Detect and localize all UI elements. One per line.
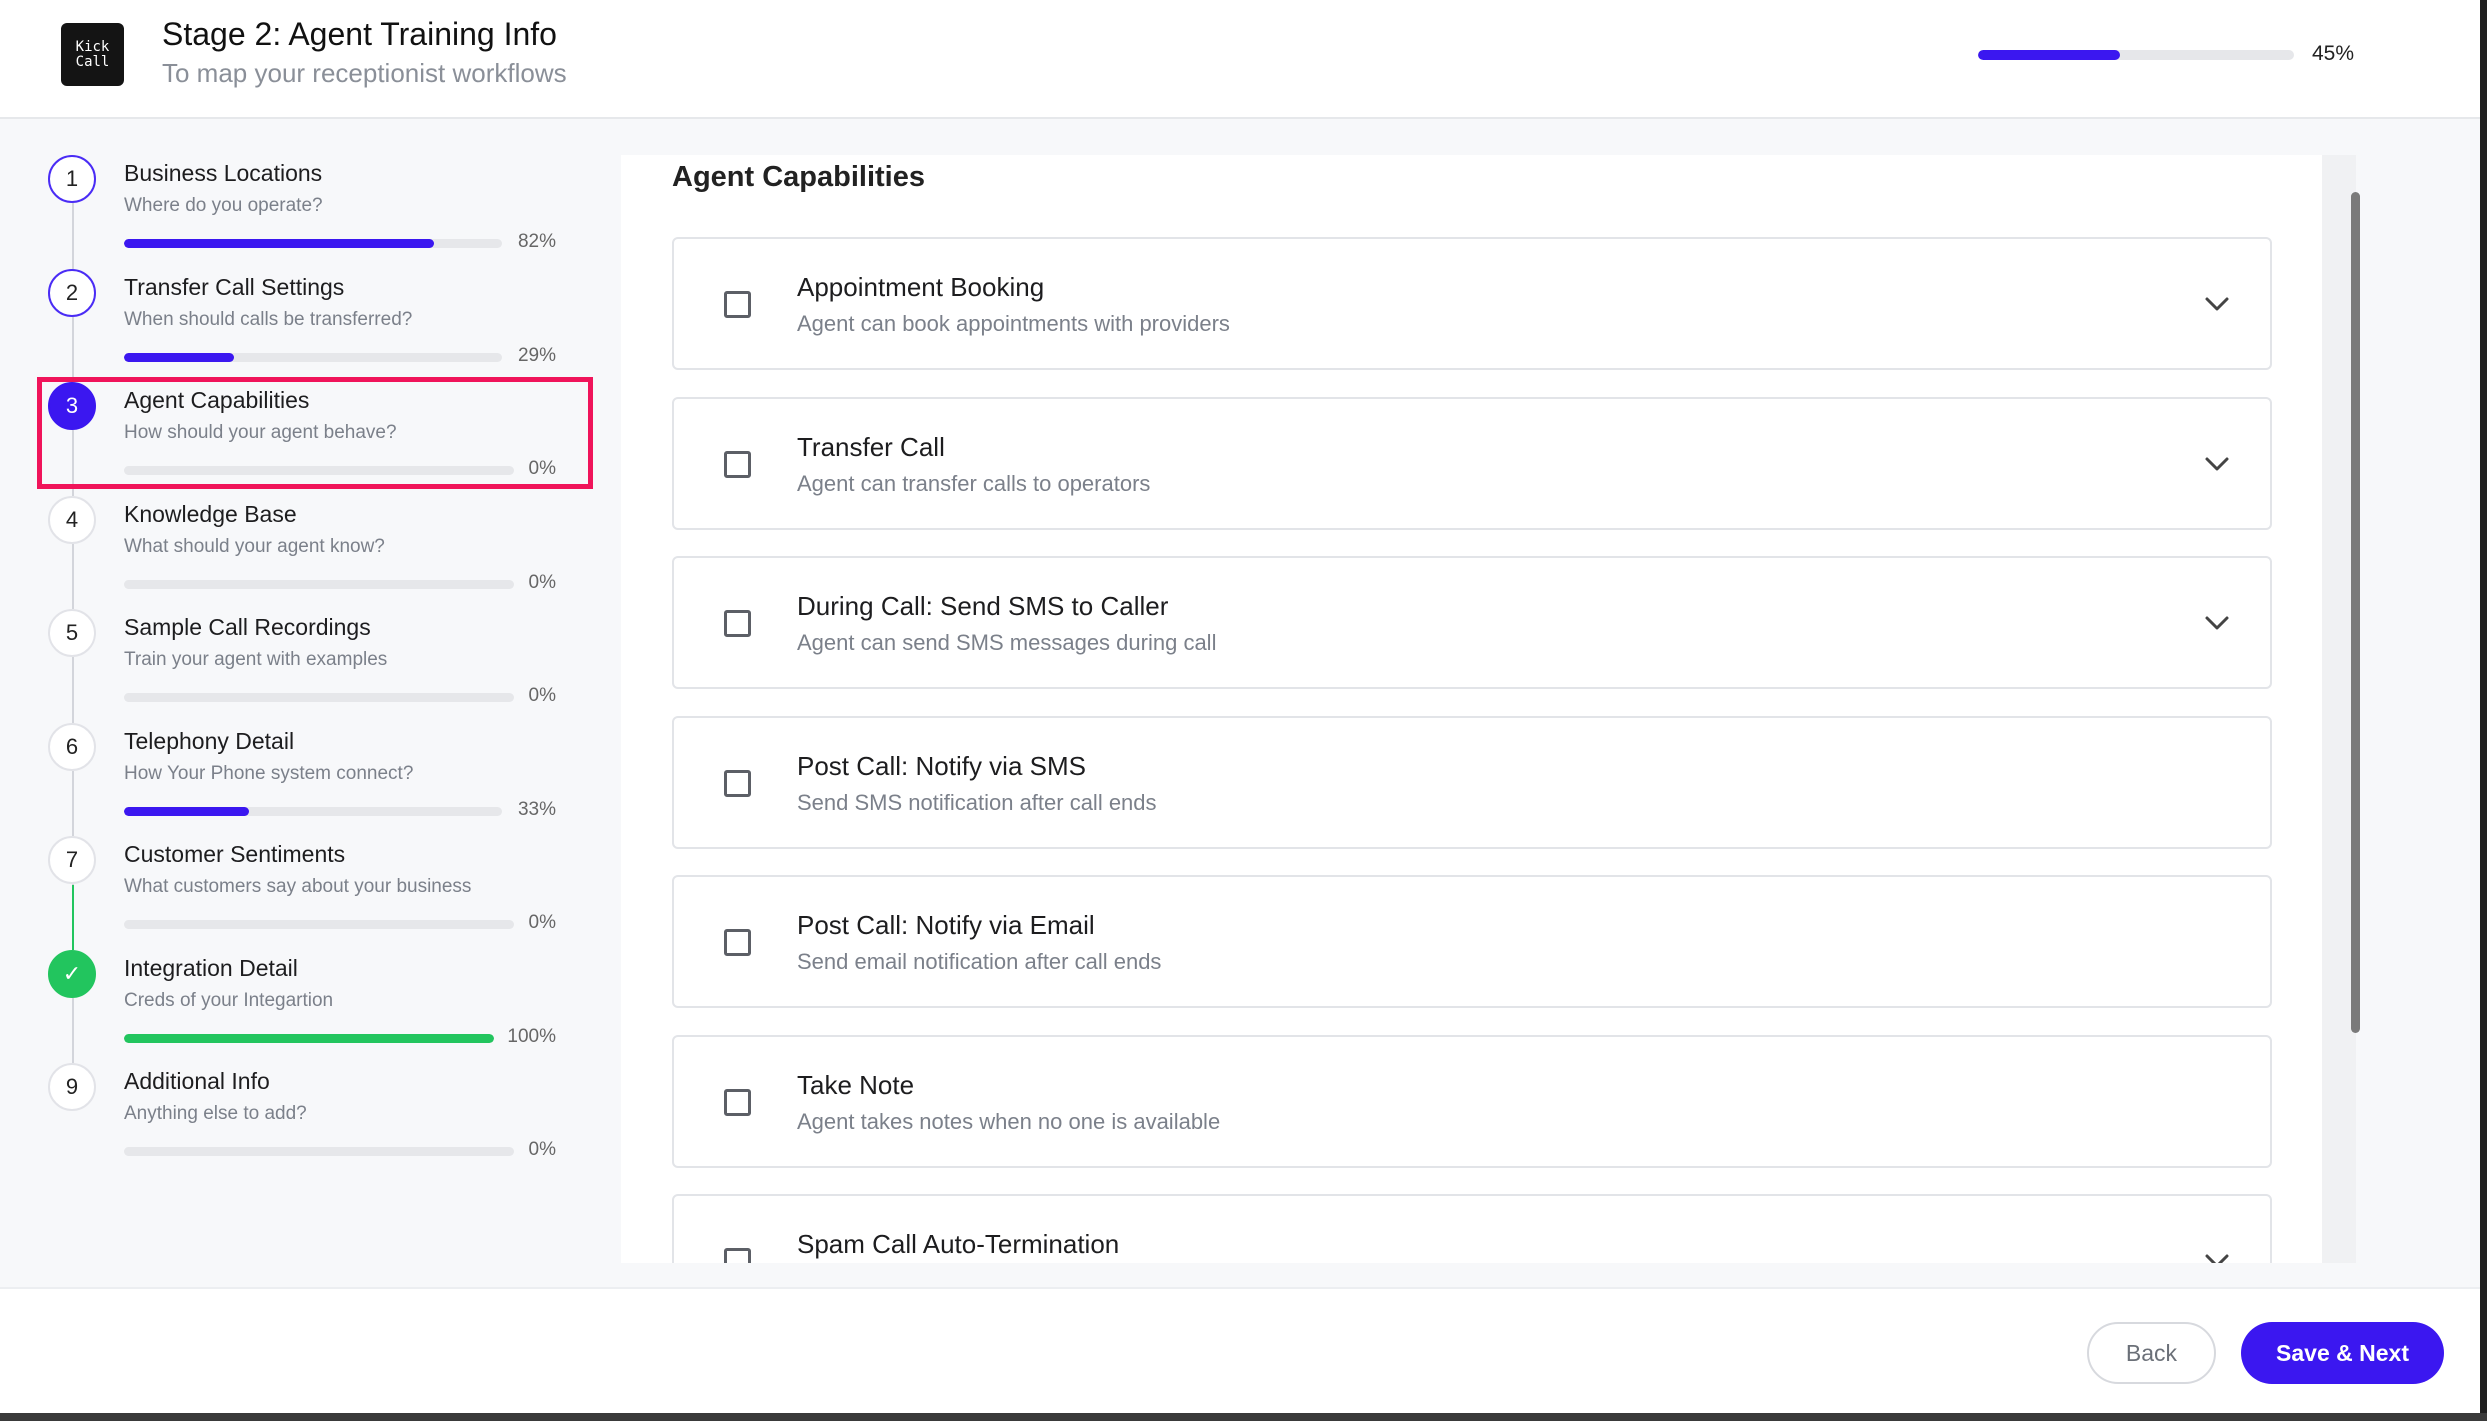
step-title: Integration Detail [124,954,298,981]
window-edge [2480,0,2487,1421]
capability-checkbox[interactable] [724,769,751,797]
step-number: 6 [48,722,96,771]
capability-card[interactable]: Spam Call Auto-Termination [672,1194,2272,1263]
save-next-button[interactable]: Save & Next [2241,1322,2444,1384]
capability-checkbox[interactable] [724,610,751,637]
capability-card[interactable]: Post Call: Notify via Email Send email no… [672,875,2272,1008]
capability-title: Spam Call Auto-Termination [797,1229,1120,1259]
step-number: 4 [48,495,96,544]
step-connector [72,884,74,950]
sidebar-step-1[interactable]: 1 Business Locations Where do you operate?… [0,117,620,252]
capability-checkbox[interactable] [724,450,751,478]
page-subtitle: To map your receptionist workflows [162,58,567,88]
capability-checkbox[interactable] [724,929,751,956]
step-subtitle: Creds of your Integartion [124,989,334,1011]
capability-title: Take Note [797,1069,915,1100]
step-title: Telephony Detail [124,727,295,754]
step-connector [72,657,74,723]
capability-title: Post Call: Notify via SMS [797,750,1086,781]
step-connector [72,998,74,1063]
capability-description: Agent takes notes when no one is availab… [797,1108,1221,1134]
step-subtitle: How Your Phone system connect? [124,762,414,784]
stage-steps-sidebar: 1 Business Locations Where do you operate?… [0,117,620,1287]
capability-card[interactable]: During Call: Send SMS to Caller Agent can… [672,556,2272,689]
step-subtitle: What should your agent know? [124,535,385,557]
step-subtitle: Where do you operate? [124,195,323,216]
logo-line-2: Call [75,53,110,70]
step-connector [72,771,74,836]
sidebar-step-7[interactable]: 7 Customer Sentiments What customers say a… [0,771,620,933]
capability-title: Appointment Booking [797,272,1045,302]
section-title: Agent Capabilities [672,161,925,193]
capability-checkbox[interactable] [724,1088,751,1116]
step-subtitle: Train your agent with examples [124,649,388,670]
sidebar-step-3[interactable]: 3 Agent Capabilities How should your agent… [0,317,620,479]
chevron-down-icon[interactable] [2200,449,2234,479]
capability-checkbox[interactable] [724,291,751,318]
step-subtitle: When should calls be transferred? [124,308,413,330]
capability-title: Transfer Call [797,431,945,462]
step-number: 7 [48,836,96,884]
kickcall-logo[interactable]: Kick Call [61,23,124,86]
capability-description: Send SMS notification after call ends [797,789,1157,815]
sidebar-step-2[interactable]: 2 Transfer Call Settings When should calls… [0,203,620,366]
step-check-icon: ✓ [48,949,96,998]
capability-description: Agent can transfer calls to operators [797,470,1151,496]
logo-line-1: Kick [75,38,110,55]
capability-description: Agent can send SMS messages during call [797,630,1217,655]
chevron-down-icon[interactable] [2200,1246,2234,1263]
sidebar-step-6[interactable]: 6 Telephony Detail How Your Phone system c… [0,657,620,820]
step-number: 5 [48,609,96,657]
step-progress-bar [124,1147,514,1156]
step-progress-label: 0% [528,1139,556,1160]
overall-progress-label: 45% [2312,42,2355,65]
window-edge-bottom [0,1413,2487,1421]
capability-title: Post Call: Notify via Email [797,910,1095,940]
scrollbar-thumb[interactable] [2351,192,2360,1033]
step-title: Additional Info [124,1068,270,1094]
capability-card[interactable]: Transfer Call Agent can transfer calls to… [672,396,2272,530]
step-subtitle: What customers say about your business [124,876,472,897]
step-number: 3 [48,382,96,430]
step-connector [72,544,74,609]
step-connector [72,203,74,269]
step-subtitle: How should your agent behave? [124,422,397,443]
capability-card[interactable]: Appointment Booking Agent can book appoin… [672,237,2272,370]
step-title: Sample Call Recordings [124,614,371,640]
step-subtitle: Anything else to add? [124,1103,307,1124]
capability-card[interactable]: Take Note Agent takes notes when no one i… [672,1034,2272,1168]
step-number: 1 [48,155,96,203]
capability-card[interactable]: Post Call: Notify via SMS Send SMS notifi… [672,715,2272,849]
step-number: 9 [48,1063,96,1111]
top-header: Kick Call Stage 2: Agent Training Info T… [0,0,2480,119]
chevron-down-icon[interactable] [2200,289,2234,319]
step-title: Transfer Call Settings [124,273,345,300]
overall-progress-bar [1978,50,2294,60]
footer-bar: Back Save & Next [0,1287,2480,1415]
back-button[interactable]: Back [2087,1322,2216,1384]
capability-checkbox[interactable] [724,1248,751,1263]
chevron-down-icon[interactable] [2200,608,2234,638]
capability-title: During Call: Send SMS to Caller [797,591,1169,621]
overall-progress-fill [1978,50,2121,60]
step-title: Knowledge Base [124,500,297,527]
sidebar-step-4[interactable]: 4 Knowledge Base What should your agent kn… [0,430,620,593]
capability-description: Send email notification after call ends [797,949,1162,974]
step-connector [72,430,74,496]
capability-description: Agent can book appointments with provide… [797,311,1230,336]
sidebar-step-8[interactable]: ✓ Integration Detail Creds of your Integar… [0,884,620,1047]
step-number: 2 [48,268,96,317]
sidebar-step-9[interactable]: 9 Additional Info Anything else to add? 0% [0,998,620,1160]
sidebar-step-5[interactable]: 5 Sample Call Recordings Train your agent … [0,544,620,706]
capabilities-panel: Agent Capabilities Appointment Booking Ag… [621,155,2322,1263]
step-connector [72,317,74,382]
step-title: Business Locations [124,160,323,186]
step-title: Customer Sentiments [124,841,346,867]
step-title: Agent Capabilities [124,387,310,413]
page-title: Stage 2: Agent Training Info [162,16,557,52]
